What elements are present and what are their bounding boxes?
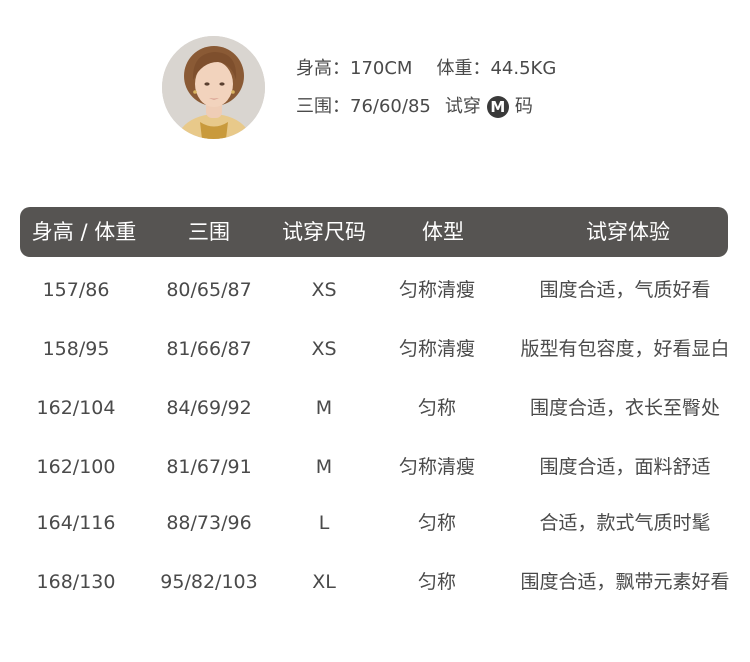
model-info: 身高：170CM 体重：44.5KG 三围：76/60/85 试穿 M 码 — [296, 55, 556, 131]
cell-size: XS — [311, 338, 337, 360]
table-row: 168/130 95/82/103 XL 匀称 围度合适，飘带元素好看 — [0, 567, 750, 597]
weight-value: 44.5KG — [490, 58, 557, 79]
cell-body-type: 匀称清瘦 — [398, 279, 475, 301]
cell-experience: 合适，款式气质时髦 — [539, 512, 711, 534]
measure-value: 76/60/85 — [350, 96, 431, 117]
cell-body-type: 匀称 — [417, 512, 456, 534]
model-stats-line: 身高：170CM 体重：44.5KG — [296, 55, 556, 83]
header-experience: 试穿体验 — [586, 220, 670, 244]
cell-measurements: 84/69/92 — [166, 397, 252, 419]
cell-experience: 围度合适，气质好看 — [539, 279, 711, 301]
cell-experience: 围度合适，衣长至臀处 — [529, 397, 720, 419]
model-avatar — [162, 36, 265, 139]
cell-height-weight: 168/130 — [36, 571, 116, 593]
cell-measurements: 80/65/87 — [166, 279, 252, 301]
cell-height-weight: 162/104 — [36, 397, 116, 419]
cell-size: XL — [312, 571, 336, 593]
cell-height-weight: 158/95 — [42, 338, 110, 360]
header-body-type: 体型 — [422, 220, 464, 244]
table-row: 162/100 81/67/91 M 匀称清瘦 围度合适，面料舒适 — [0, 452, 750, 482]
tryon-size-badge: M — [486, 96, 509, 118]
weight-label: 体重： — [436, 58, 491, 79]
cell-measurements: 88/73/96 — [166, 512, 252, 534]
cell-body-type: 匀称 — [417, 397, 456, 419]
cell-measurements: 81/67/91 — [166, 456, 252, 478]
cell-experience: 版型有包容度，好看显白 — [520, 338, 730, 360]
cell-experience: 围度合适，面料舒适 — [539, 456, 711, 478]
tryon-label: 试穿 — [444, 96, 481, 117]
header-tryon-size: 试穿尺码 — [282, 220, 366, 244]
cell-size: M — [315, 397, 333, 419]
cell-body-type: 匀称清瘦 — [398, 456, 475, 478]
table-row: 164/116 88/73/96 L 匀称 合适，款式气质时髦 — [0, 508, 750, 538]
cell-body-type: 匀称清瘦 — [398, 338, 475, 360]
measure-label: 三围： — [296, 96, 350, 117]
header-measurements: 三围 — [188, 220, 230, 244]
cell-size: XS — [311, 279, 337, 301]
cell-size: M — [315, 456, 333, 478]
cell-height-weight: 157/86 — [42, 279, 110, 301]
cell-experience: 围度合适，飘带元素好看 — [520, 571, 730, 593]
cell-body-type: 匀称 — [417, 571, 456, 593]
cell-height-weight: 164/116 — [36, 512, 116, 534]
cell-size: L — [318, 512, 330, 534]
table-row: 158/95 81/66/87 XS 匀称清瘦 版型有包容度，好看显白 — [0, 334, 750, 364]
cell-measurements: 95/82/103 — [160, 571, 258, 593]
cell-measurements: 81/66/87 — [166, 338, 252, 360]
tryon-unit: 码 — [514, 96, 533, 117]
table-row: 157/86 80/65/87 XS 匀称清瘦 围度合适，气质好看 — [0, 275, 750, 305]
model-measure-line: 三围：76/60/85 试穿 M 码 — [296, 93, 556, 121]
header-height-weight: 身高 / 体重 — [31, 220, 137, 244]
cell-height-weight: 162/100 — [36, 456, 116, 478]
height-label: 身高： — [296, 58, 350, 79]
height-value: 170CM — [350, 58, 413, 79]
table-row: 162/104 84/69/92 M 匀称 围度合适，衣长至臀处 — [0, 393, 750, 423]
size-table-header: 身高 / 体重 三围 试穿尺码 体型 试穿体验 — [20, 207, 728, 257]
